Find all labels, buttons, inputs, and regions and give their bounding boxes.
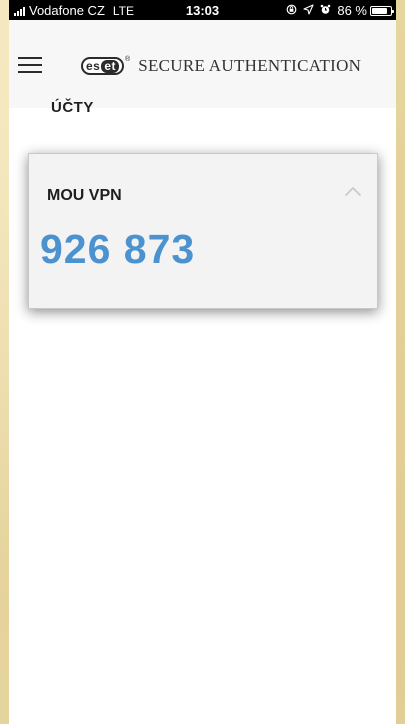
chevron-up-icon[interactable] <box>343 184 363 200</box>
eset-logo: es et ® SECURE AUTHENTICATION <box>81 56 361 76</box>
location-arrow-icon <box>303 3 314 18</box>
app-header: es et ® SECURE AUTHENTICATION <box>9 20 396 108</box>
battery-icon <box>370 5 394 16</box>
alarm-icon <box>320 4 331 18</box>
section-title: ÚČTY <box>51 99 94 116</box>
account-name: MOU VPN <box>47 187 122 204</box>
phone-screen: Vodafone CZ LTE 13:03 86 % es et ® SECUR… <box>9 0 396 724</box>
battery-percentage: 86 % <box>337 3 367 18</box>
otp-code[interactable]: 926 873 <box>40 226 195 273</box>
app-title: SECURE AUTHENTICATION <box>138 56 362 75</box>
battery-tip <box>392 9 394 13</box>
status-bar: Vodafone CZ LTE 13:03 86 % <box>9 0 396 20</box>
hamburger-menu-icon[interactable] <box>18 57 42 75</box>
eset-logo-badge: es et <box>81 57 125 75</box>
eset-logo-et: et <box>101 59 120 73</box>
status-bar-right: 86 % <box>286 3 394 18</box>
eset-logo-es: es <box>86 59 101 73</box>
eset-logo-registered: ® <box>125 56 131 63</box>
battery-level-fill <box>372 7 387 14</box>
account-card[interactable]: MOU VPN 926 873 <box>28 153 378 309</box>
screen-rotation-lock-icon <box>286 4 297 18</box>
